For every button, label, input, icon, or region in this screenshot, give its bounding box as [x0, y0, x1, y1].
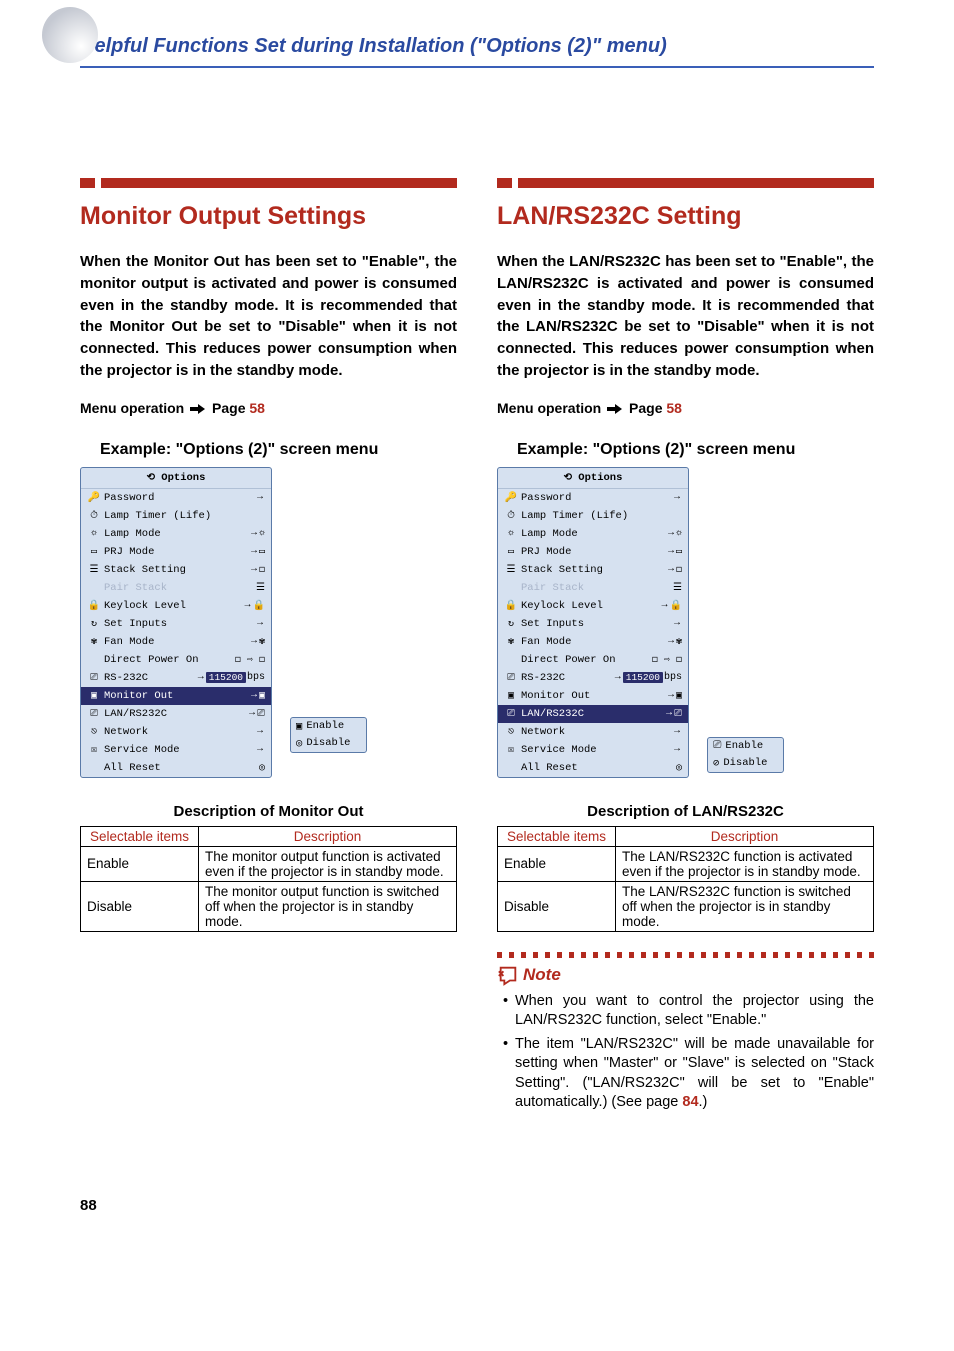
note-item: When you want to control the projector u… — [515, 992, 874, 1031]
intro-left: When the Monitor Out has been set to "En… — [80, 251, 457, 382]
example-label-right: Example: "Options (2)" screen menu — [517, 441, 874, 459]
intro-right: When the LAN/RS232C has been set to "Ena… — [497, 251, 874, 382]
arrow-icon — [607, 404, 623, 414]
section-bar — [497, 178, 874, 188]
desc-table-right: Selectable items Description Enable The … — [497, 826, 874, 932]
note-separator — [497, 952, 874, 958]
desc-title-left: Description of Monitor Out — [80, 803, 457, 820]
th-description: Description — [616, 826, 874, 846]
table-row: Disable The LAN/RS232C function is switc… — [498, 881, 874, 931]
table-row: Disable The monitor output function is s… — [81, 881, 457, 931]
note-item: The item "LAN/RS232C" will be made unava… — [515, 1035, 874, 1113]
arrow-icon — [190, 404, 206, 414]
table-row: Enable The LAN/RS232C function is activa… — [498, 846, 874, 881]
section-bar — [80, 178, 457, 188]
section-heading-right: LAN/RS232C Setting — [497, 202, 874, 231]
popup-right: ⎚Enable⊘Disable — [707, 737, 784, 773]
note-icon — [497, 964, 519, 986]
title-divider — [80, 66, 874, 68]
menu-operation-ref-left: Menu operation Page 58 — [80, 400, 457, 416]
th-description: Description — [199, 826, 457, 846]
osd-screenshot-right: ⟲ Options🔑Password→⏱Lamp Timer (Life)☼La… — [497, 467, 689, 778]
page-number: 88 — [80, 1197, 874, 1214]
page-title: Helpful Functions Set during Installatio… — [80, 35, 874, 58]
popup-left: ▣Enable◎Disable — [290, 717, 367, 753]
section-heading-left: Monitor Output Settings — [80, 202, 457, 231]
note-label: Note — [497, 964, 874, 986]
osd-screenshot-left: ⟲ Options🔑Password→⏱Lamp Timer (Life)☼La… — [80, 467, 272, 778]
menu-operation-ref-right: Menu operation Page 58 — [497, 400, 874, 416]
notes-list: When you want to control the projector u… — [497, 992, 874, 1113]
th-selectable: Selectable items — [498, 826, 616, 846]
table-row: Enable The monitor output function is ac… — [81, 846, 457, 881]
desc-table-left: Selectable items Description Enable The … — [80, 826, 457, 932]
example-label-left: Example: "Options (2)" screen menu — [100, 441, 457, 459]
th-selectable: Selectable items — [81, 826, 199, 846]
desc-title-right: Description of LAN/RS232C — [497, 803, 874, 820]
